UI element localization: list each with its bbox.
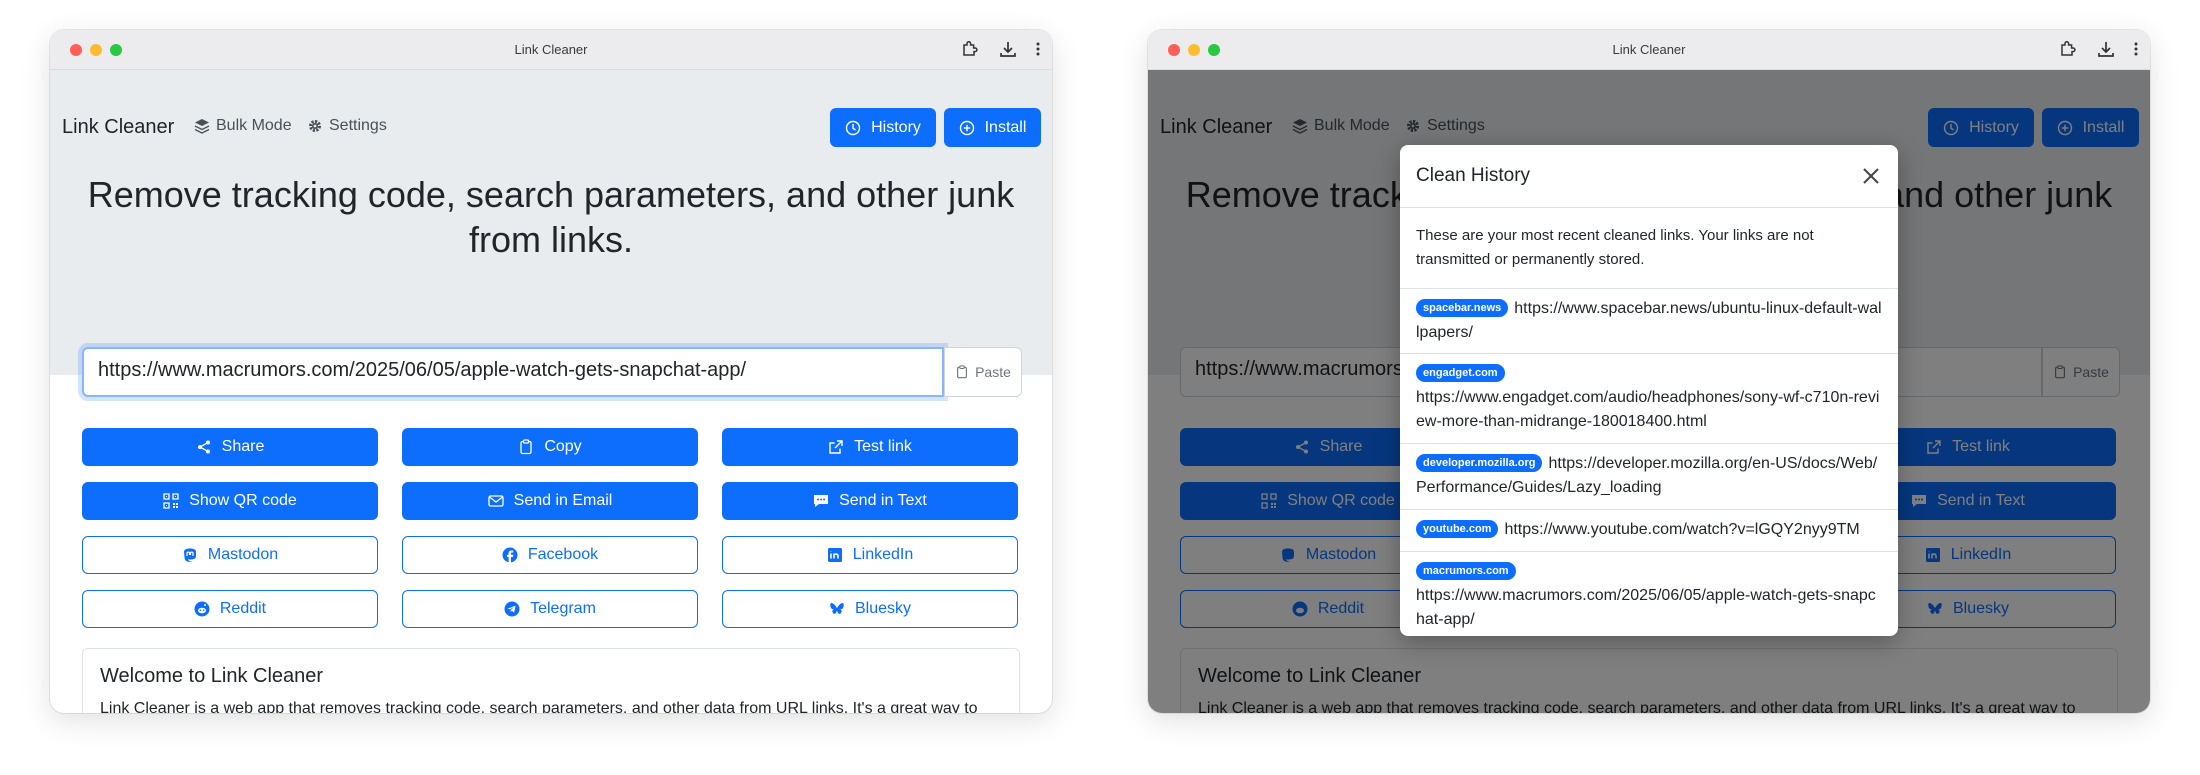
facebook-button-label: Facebook	[527, 546, 599, 563]
title-bar: Link Cleaner	[50, 30, 1052, 70]
welcome-text: Link Cleaner is a web app that removes t…	[100, 700, 978, 713]
install-button-label: Install	[984, 118, 1027, 136]
telegram-button-label: Telegram	[530, 600, 596, 617]
linkedin-icon	[827, 548, 842, 562]
reddit-button-label: Reddit	[219, 600, 267, 617]
telegram-icon	[504, 601, 520, 617]
history-item[interactable]: spacebar.news https://www.spacebar.news/u…	[1400, 289, 1898, 354]
send-text-button-label: Send in Text	[839, 492, 927, 509]
download-icon[interactable]	[998, 39, 1018, 59]
domain-badge: youtube.com	[1416, 520, 1499, 538]
send-email-button-label: Send in Email	[513, 492, 613, 509]
close-icon[interactable]	[1860, 165, 1882, 187]
window-title: Link Cleaner	[514, 42, 588, 57]
domain-badge: engadget.com	[1416, 364, 1505, 382]
chat-icon	[814, 495, 829, 507]
browser-window-with-modal: Link Cleaner Link Cleaner Bulk Mode Sett…	[1148, 30, 2150, 713]
history-item[interactable]: developer.mozilla.org https://developer.m…	[1400, 444, 1898, 510]
welcome-title: Welcome to Link Cleaner	[100, 665, 324, 687]
facebook-icon	[502, 547, 518, 563]
domain-badge: spacebar.news	[1416, 299, 1509, 317]
mastodon-button-label: Mastodon	[207, 546, 279, 563]
history-item[interactable]: macrumors.com https://www.macrumors.com/2…	[1400, 552, 1898, 636]
qr-code-icon	[163, 493, 179, 509]
show-qr-code-button[interactable]: Show QR code	[82, 482, 378, 520]
share-icon	[197, 440, 210, 454]
bluesky-button-label: Bluesky	[854, 600, 912, 617]
copy-button-label: Copy	[544, 438, 582, 455]
page-headline: Remove tracking code, search parameters,…	[87, 174, 1015, 260]
page-content: Link Cleaner Bulk Mode Settings History …	[50, 70, 1052, 713]
external-link-icon	[829, 440, 843, 454]
brand-link[interactable]: Link Cleaner	[62, 116, 174, 139]
history-url[interactable]: https://www.engadget.com/audio/headphone…	[1416, 389, 1879, 430]
linkedin-button-label: LinkedIn	[852, 546, 914, 563]
paste-button[interactable]: Paste	[944, 347, 1022, 397]
send-text-button[interactable]: Send in Text	[722, 482, 1018, 520]
nav-bulk-mode[interactable]: Bulk Mode	[194, 117, 292, 135]
modal-header: Clean History	[1400, 145, 1898, 208]
mastodon-icon	[183, 548, 196, 562]
browser-window: Link Cleaner Link Cleaner Bulk Mode Sett…	[50, 30, 1052, 713]
domain-badge: macrumors.com	[1416, 562, 1516, 580]
linkedin-button[interactable]: LinkedIn	[722, 536, 1018, 574]
history-button-label: History	[871, 118, 921, 136]
reddit-icon	[194, 601, 210, 617]
envelope-icon	[487, 495, 504, 507]
paste-button-label: Paste	[975, 364, 1011, 380]
more-vert-icon[interactable]	[2126, 39, 2146, 59]
bluesky-button[interactable]: Bluesky	[722, 590, 1018, 628]
window-title: Link Cleaner	[1612, 42, 1686, 57]
clipboard-icon	[520, 439, 532, 455]
extensions-icon[interactable]	[960, 39, 980, 59]
history-url[interactable]: https://www.youtube.com/watch?v=lGQY2nyy…	[1504, 521, 1859, 538]
modal-intro-text: These are your most recent cleaned links…	[1400, 208, 1898, 289]
nav-settings[interactable]: Settings	[307, 117, 387, 135]
nav-bulk-mode-label: Bulk Mode	[216, 117, 292, 134]
download-icon[interactable]	[2096, 39, 2116, 59]
install-button[interactable]: Install	[944, 108, 1041, 147]
more-vert-icon[interactable]	[1028, 39, 1048, 59]
history-item[interactable]: engadget.com https://www.engadget.com/aud…	[1400, 354, 1898, 444]
test-link-button[interactable]: Test link	[722, 428, 1018, 466]
history-button[interactable]: History	[830, 108, 936, 147]
nav-settings-label: Settings	[329, 117, 387, 134]
share-button[interactable]: Share	[82, 428, 378, 466]
test-link-button-label: Test link	[854, 438, 912, 455]
history-url[interactable]: https://www.macrumors.com/2025/06/05/app…	[1416, 587, 1876, 628]
telegram-button[interactable]: Telegram	[402, 590, 698, 628]
layers-icon	[194, 119, 210, 134]
clock-icon	[845, 120, 861, 135]
clipboard-icon	[957, 365, 968, 379]
hero-section: Link Cleaner Bulk Mode Settings History …	[50, 70, 1052, 375]
history-modal: Clean History These are your most recent…	[1400, 145, 1898, 636]
extensions-icon[interactable]	[2058, 39, 2078, 59]
send-email-button[interactable]: Send in Email	[402, 482, 698, 520]
share-button-label: Share	[221, 438, 265, 455]
bluesky-icon	[830, 603, 844, 614]
url-input[interactable]: https://www.macrumors.com/2025/06/05/app…	[82, 347, 944, 397]
mastodon-button[interactable]: Mastodon	[82, 536, 378, 574]
plus-circle-icon	[959, 120, 974, 135]
title-bar: Link Cleaner	[1148, 30, 2150, 70]
reddit-button[interactable]: Reddit	[82, 590, 378, 628]
welcome-card: Welcome to Link Cleaner Link Cleaner is …	[82, 648, 1020, 713]
facebook-button[interactable]: Facebook	[402, 536, 698, 574]
show-qr-code-button-label: Show QR code	[189, 492, 297, 509]
gear-icon	[309, 120, 321, 132]
domain-badge: developer.mozilla.org	[1416, 454, 1543, 472]
copy-button[interactable]: Copy	[402, 428, 698, 466]
modal-title: Clean History	[1416, 165, 1531, 186]
history-item[interactable]: youtube.com https://www.youtube.com/watch…	[1400, 510, 1898, 552]
